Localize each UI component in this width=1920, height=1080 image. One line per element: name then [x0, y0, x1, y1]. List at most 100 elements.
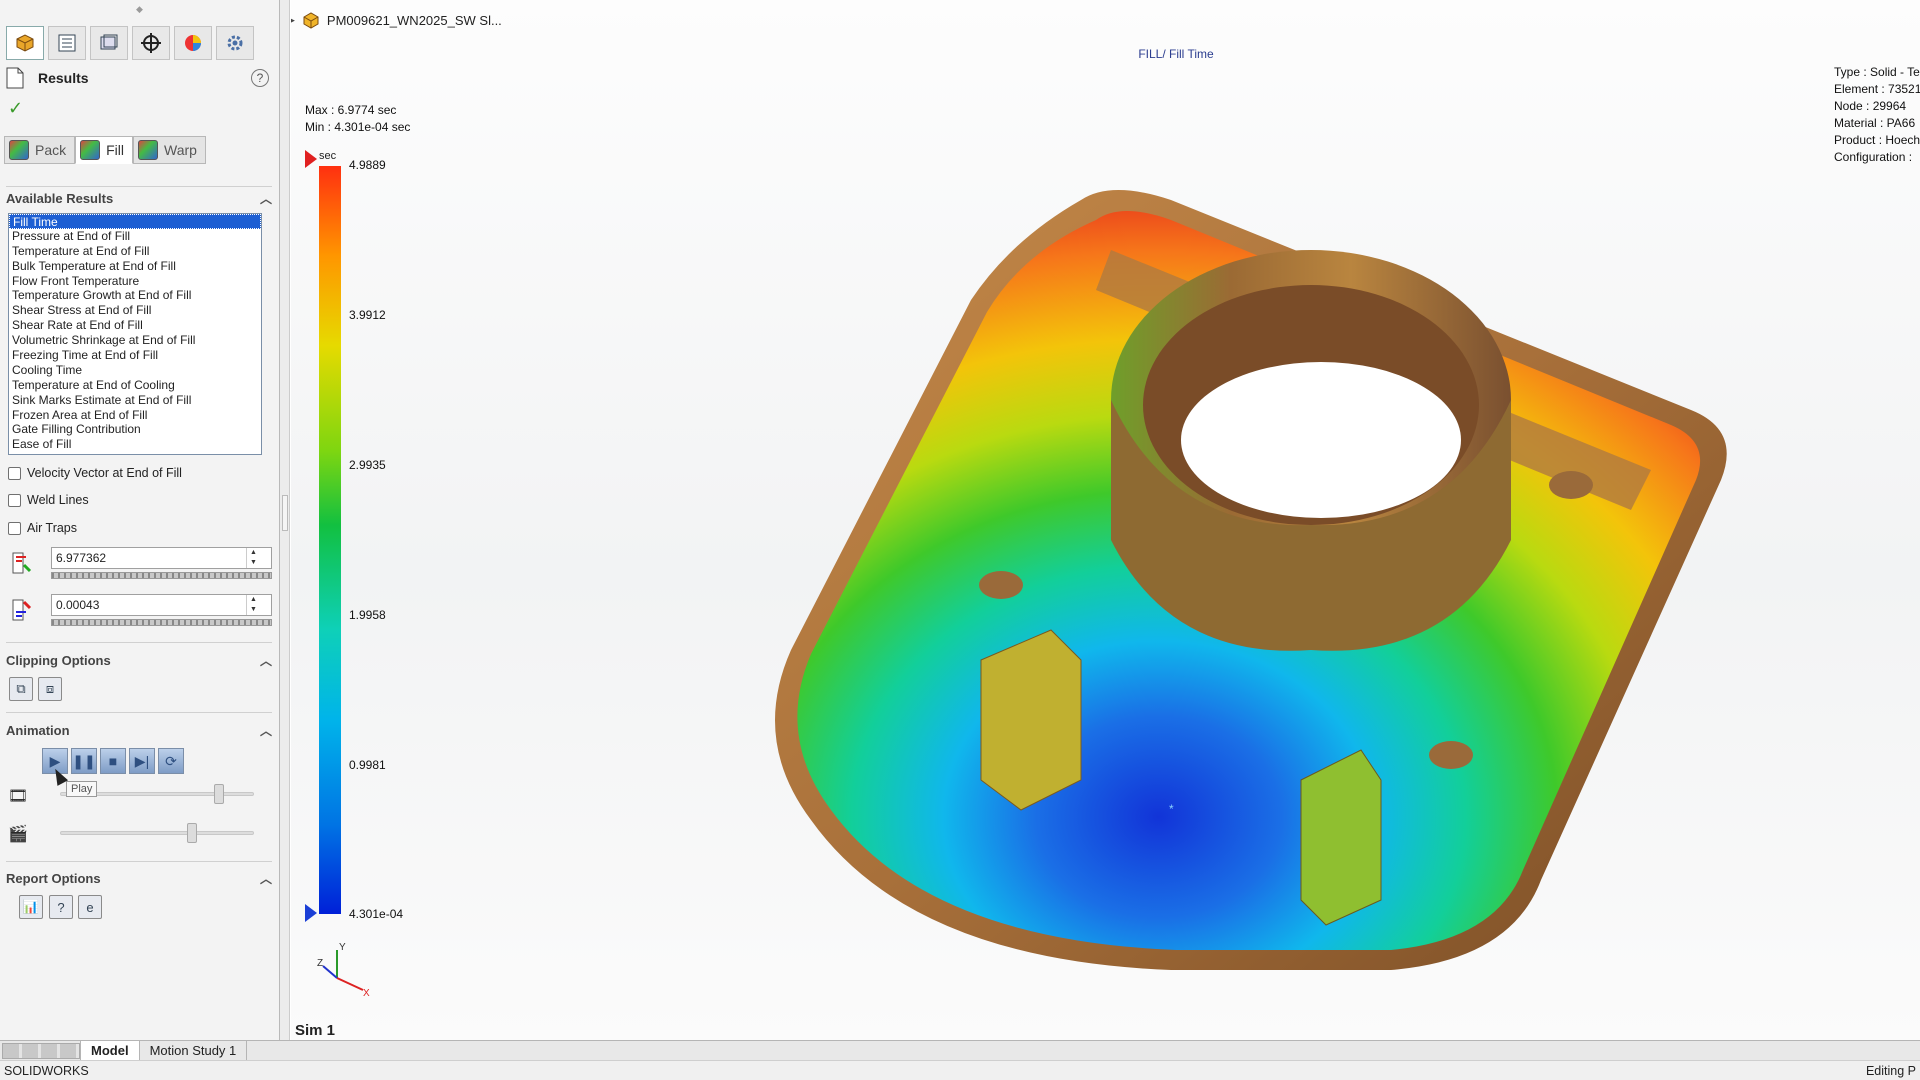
list-item[interactable]: Freezing Time at End of Fill	[9, 348, 261, 363]
clipping-options-header[interactable]: Clipping Options ︿	[6, 649, 272, 671]
list-item[interactable]: Temperature at End of Fill	[9, 244, 261, 259]
list-item[interactable]: Flow Front Temperature	[9, 274, 261, 289]
loop-button[interactable]: ⟳	[158, 748, 184, 774]
min-value-input[interactable]: 0.00043	[51, 594, 272, 616]
speed-slider-thumb[interactable]	[187, 823, 197, 843]
section-title: Clipping Options	[6, 652, 111, 668]
tab-fill-label: Fill	[106, 142, 125, 158]
simulation-label: Sim 1	[295, 1022, 336, 1039]
list-item[interactable]: Gate Filling Contribution	[9, 422, 261, 437]
section-title: Report Options	[6, 870, 101, 886]
model-info: Type : Solid - Te Element : 73521 Node :…	[1834, 64, 1920, 166]
stop-button[interactable]: ■	[100, 748, 126, 774]
tab-simulation-manager[interactable]	[216, 26, 254, 60]
tab-display-manager[interactable]	[174, 26, 212, 60]
info-type: Type : Solid - Te	[1834, 65, 1920, 79]
clip-section-button[interactable]: ⧈	[38, 677, 62, 701]
stop-icon: ■	[108, 753, 118, 769]
panel-grip-icon[interactable]: ◆	[0, 0, 279, 18]
list-item[interactable]: Cooling Time	[9, 363, 261, 378]
checkbox-label: Weld Lines	[27, 493, 89, 507]
clip-plane-button[interactable]: ⧉	[9, 677, 33, 701]
tab-motion-study[interactable]: Motion Study 1	[140, 1041, 248, 1060]
weld-lines-checkbox-row[interactable]: Weld Lines	[8, 491, 89, 509]
min-marker-icon[interactable]	[305, 904, 317, 922]
min-value-slider[interactable]	[51, 619, 272, 626]
graphics-viewport[interactable]: ▶ PM009621_WN2025_SW Sl... FILL/ Fill Ti…	[291, 0, 1920, 1040]
property-manager-panel: ◆ Results ? ✓ Pack Fill Warp Available R…	[0, 0, 280, 1040]
clip-section-icon: ⧈	[45, 681, 55, 696]
chevron-up-icon[interactable]: ︿	[260, 190, 272, 207]
max-marker-icon[interactable]	[305, 150, 317, 168]
legend-color-bar	[319, 166, 341, 914]
panel-splitter[interactable]	[280, 0, 290, 1040]
list-item[interactable]: Bulk Temperature at End of Fill	[9, 259, 261, 274]
ok-button[interactable]: ✓	[8, 98, 23, 119]
tab-dimxpert-manager[interactable]	[132, 26, 170, 60]
gear-icon	[227, 35, 243, 51]
list-item[interactable]: Temperature Growth at End of Fill	[9, 288, 261, 303]
tab-scroll-arrows[interactable]	[2, 1042, 80, 1059]
status-bar: SOLIDWORKS Editing P	[0, 1060, 1920, 1080]
report-options-header[interactable]: Report Options ︿	[6, 867, 272, 889]
chevron-up-icon[interactable]: ︿	[260, 722, 272, 739]
info-node: Node : 29964	[1834, 99, 1907, 113]
chevron-right-icon[interactable]: ▶	[291, 15, 295, 26]
section-title: Available Results	[6, 190, 114, 206]
air-traps-checkbox-row[interactable]: Air Traps	[8, 519, 77, 537]
list-item[interactable]: Pressure at End of Fill	[9, 229, 261, 244]
clip-plane-icon: ⧉	[16, 681, 26, 696]
part-boss	[1429, 741, 1473, 769]
max-value-spinner[interactable]: ▲ ▼	[246, 548, 260, 568]
max-value-input[interactable]: 6.977362	[51, 547, 272, 569]
velocity-vector-checkbox-row[interactable]: Velocity Vector at End of Fill	[8, 464, 182, 482]
list-item[interactable]: Sink Marks Estimate at End of Fill	[9, 393, 261, 408]
list-item[interactable]: Temperature at End of Cooling	[9, 378, 261, 393]
appearance-sphere-icon	[185, 35, 201, 51]
list-item[interactable]: Volumetric Shrinkage at End of Fill	[9, 333, 261, 348]
tab-warp[interactable]: Warp	[133, 136, 206, 164]
document-icon	[6, 67, 24, 89]
step-forward-button[interactable]: ▶|	[129, 748, 155, 774]
list-item[interactable]: Ease of Fill	[9, 437, 261, 452]
splitter-handle[interactable]	[282, 495, 288, 531]
report-help-button[interactable]: ?	[49, 895, 73, 919]
available-results-header[interactable]: Available Results ︿	[6, 187, 272, 209]
tab-fill[interactable]: Fill	[75, 136, 134, 164]
report-button[interactable]: 📊	[19, 895, 43, 919]
speed-icon: 🎬	[8, 826, 28, 843]
min-value-spinner[interactable]: ▲ ▼	[246, 595, 260, 615]
tab-warp-label: Warp	[164, 142, 197, 158]
air-traps-checkbox[interactable]	[8, 521, 21, 535]
list-item[interactable]: Frozen Area at End of Fill	[9, 408, 261, 423]
chevron-up-icon[interactable]: ︿	[260, 870, 272, 887]
available-results-list[interactable]: Fill Time Pressure at End of Fill Temper…	[8, 213, 262, 455]
legend-tick: 0.9981	[349, 758, 386, 772]
feature-tree-flyout[interactable]: ▶ PM009621_WN2025_SW Sl...	[291, 10, 502, 30]
tab-model[interactable]: Model	[80, 1041, 140, 1060]
max-value-slider[interactable]	[51, 572, 272, 579]
tab-plastics-manager[interactable]	[6, 26, 44, 60]
frames-icon: 🎞	[8, 788, 29, 805]
export-web-button[interactable]: e	[78, 895, 102, 919]
triad-x-label: X	[363, 988, 370, 999]
checkbox-label: Air Traps	[27, 521, 78, 535]
frame-slider-thumb[interactable]	[214, 784, 224, 804]
animation-header[interactable]: Animation ︿	[6, 719, 272, 741]
weld-lines-checkbox[interactable]	[8, 493, 21, 507]
chevron-up-icon[interactable]: ︿	[260, 652, 272, 669]
speed-slider[interactable]	[60, 831, 254, 835]
help-icon[interactable]: ?	[251, 69, 269, 87]
triad-y-label: Y	[339, 942, 346, 953]
legend-tick: 4.301e-04	[349, 907, 404, 921]
velocity-vector-checkbox[interactable]	[8, 466, 21, 480]
part-model-render[interactable]: *	[751, 180, 1751, 1000]
tab-property-manager[interactable]	[48, 26, 86, 60]
part-icon	[303, 12, 319, 29]
pause-button[interactable]: ❚❚	[71, 748, 97, 774]
list-item[interactable]: Shear Stress at End of Fill	[9, 303, 261, 318]
tab-configuration-manager[interactable]	[90, 26, 128, 60]
tab-pack[interactable]: Pack	[4, 136, 76, 164]
list-item[interactable]: Fill Time	[9, 214, 261, 229]
list-item[interactable]: Shear Rate at End of Fill	[9, 318, 261, 333]
